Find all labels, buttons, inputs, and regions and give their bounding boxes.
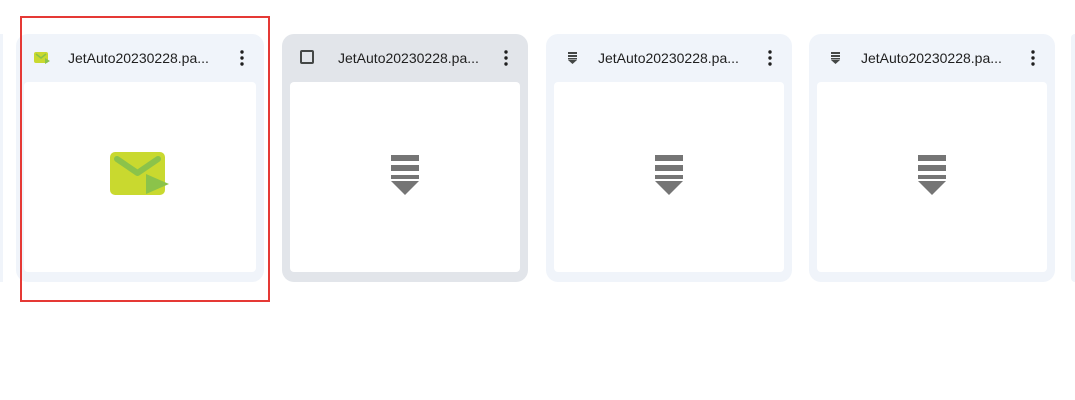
- more-options-button[interactable]: [1021, 46, 1045, 70]
- more-vert-icon: [240, 50, 244, 66]
- file-card-1[interactable]: JetAuto20230228.pa...: [16, 34, 264, 282]
- more-vert-icon: [1031, 50, 1035, 66]
- more-vert-icon: [768, 50, 772, 66]
- file-thumbnail[interactable]: [290, 82, 520, 272]
- file-name: JetAuto20230228.pa...: [598, 50, 739, 66]
- more-options-button[interactable]: [494, 46, 518, 70]
- more-options-button[interactable]: [230, 46, 254, 70]
- more-options-button[interactable]: [758, 46, 782, 70]
- file-name: JetAuto20230228.pa...: [68, 50, 209, 66]
- download-file-icon: [655, 154, 683, 200]
- file-name: JetAuto20230228.pa...: [861, 50, 1002, 66]
- file-card-header: JetAuto20230228.pa...: [16, 34, 264, 82]
- more-vert-icon: [504, 50, 508, 66]
- file-card-3[interactable]: JetAuto20230228.pa...: [546, 34, 792, 282]
- file-card-header: JetAuto20230228.pa...: [546, 34, 792, 82]
- file-thumbnail[interactable]: [817, 82, 1047, 272]
- next-card-edge: [1071, 34, 1075, 282]
- file-card-header: JetAuto20230228.pa...: [809, 34, 1055, 82]
- file-card-4[interactable]: JetAuto20230228.pa...: [809, 34, 1055, 282]
- previous-card-edge: [0, 34, 3, 282]
- email-file-icon: [110, 151, 170, 203]
- download-file-icon: [827, 50, 843, 66]
- select-checkbox[interactable]: [300, 50, 314, 64]
- file-thumbnail[interactable]: [24, 82, 256, 272]
- email-file-icon: [34, 50, 50, 66]
- file-card-header: JetAuto20230228.pa...: [282, 34, 528, 82]
- file-name: JetAuto20230228.pa...: [338, 50, 479, 66]
- file-card-2[interactable]: JetAuto20230228.pa...: [282, 34, 528, 282]
- file-thumbnail[interactable]: [554, 82, 784, 272]
- download-file-icon: [918, 154, 946, 200]
- download-file-icon: [564, 50, 580, 66]
- download-file-icon: [391, 154, 419, 200]
